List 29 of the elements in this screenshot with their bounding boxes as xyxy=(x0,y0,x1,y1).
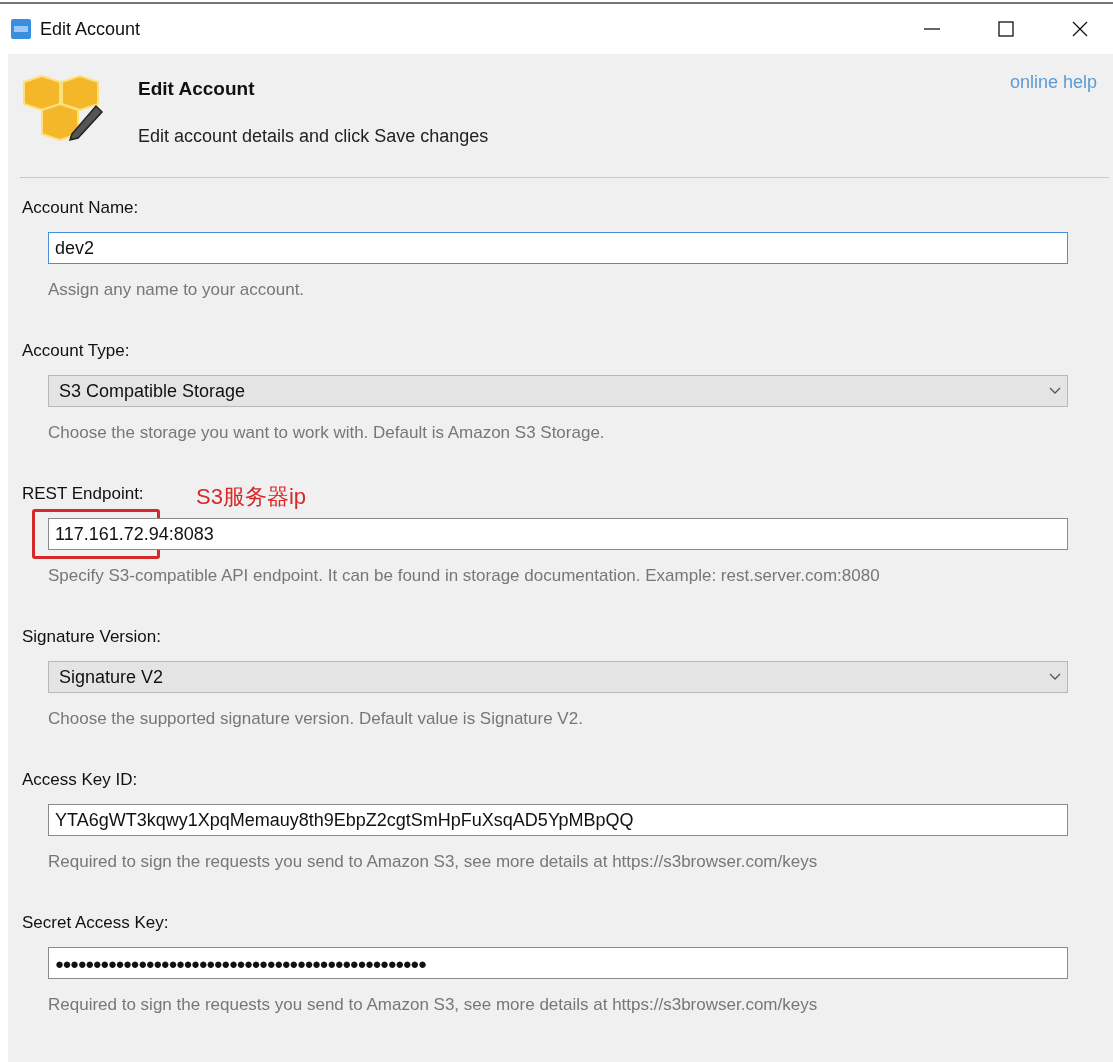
field-label: Account Type: xyxy=(22,341,130,361)
field-label: Secret Access Key: xyxy=(22,913,169,933)
input-field[interactable]: YTA6gWT3kqwy1XpqMemauy8th9EbpZ2cgtSmHpFuXsqAD5YpMBpQQ xyxy=(48,804,1068,836)
chevron-down-icon xyxy=(1049,387,1061,395)
field-hint: Specify S3-compatible API endpoint. It can be found in storage documentation. Example: rest.server.com:8080 xyxy=(48,566,880,586)
close-icon xyxy=(1070,19,1090,39)
field-label: Access Key ID: xyxy=(22,770,138,790)
input-field[interactable]: dev2 xyxy=(48,232,1068,264)
dropdown[interactable]: S3 Compatible Storage xyxy=(48,375,1068,407)
maximize-icon xyxy=(996,19,1016,39)
field-hint: Required to sign the requests you send to Amazon S3, see more details at https://s3browser.com/keys xyxy=(48,852,818,872)
input-field[interactable]: 117.161.72.94:8083 xyxy=(48,518,1068,550)
minimize-icon xyxy=(924,28,940,30)
dropdown[interactable]: Signature V2 xyxy=(48,661,1068,693)
field-label: Account Name: xyxy=(22,198,139,218)
dialog-heading: Edit Account xyxy=(138,78,256,100)
field-hint: Choose the supported signature version. Default value is Signature V2. xyxy=(48,709,583,729)
window-title: Edit Account xyxy=(40,18,141,40)
annotation-text: S3服务器ip xyxy=(196,483,307,511)
app-icon xyxy=(10,18,32,40)
field-hint: Choose the storage you want to work with. Default is Amazon S3 Storage. xyxy=(48,423,605,443)
chevron-down-icon xyxy=(1049,673,1061,681)
field-hint: Required to sign the requests you send to Amazon S3, see more details at https://s3browser.com/keys xyxy=(48,995,818,1015)
field-hint: Assign any name to your account. xyxy=(48,280,305,300)
field-label: Signature Version: xyxy=(22,627,161,647)
field-label: REST Endpoint: xyxy=(22,484,144,504)
password-field[interactable]: ●●●●●●●●●●●●●●●●●●●●●●●●●●●●●●●●●●●●●●●●●●●●●●●●● xyxy=(48,947,1068,979)
cubes-pencil-icon xyxy=(22,72,106,142)
dialog-subtitle: Edit account details and click Save changes xyxy=(138,126,489,147)
